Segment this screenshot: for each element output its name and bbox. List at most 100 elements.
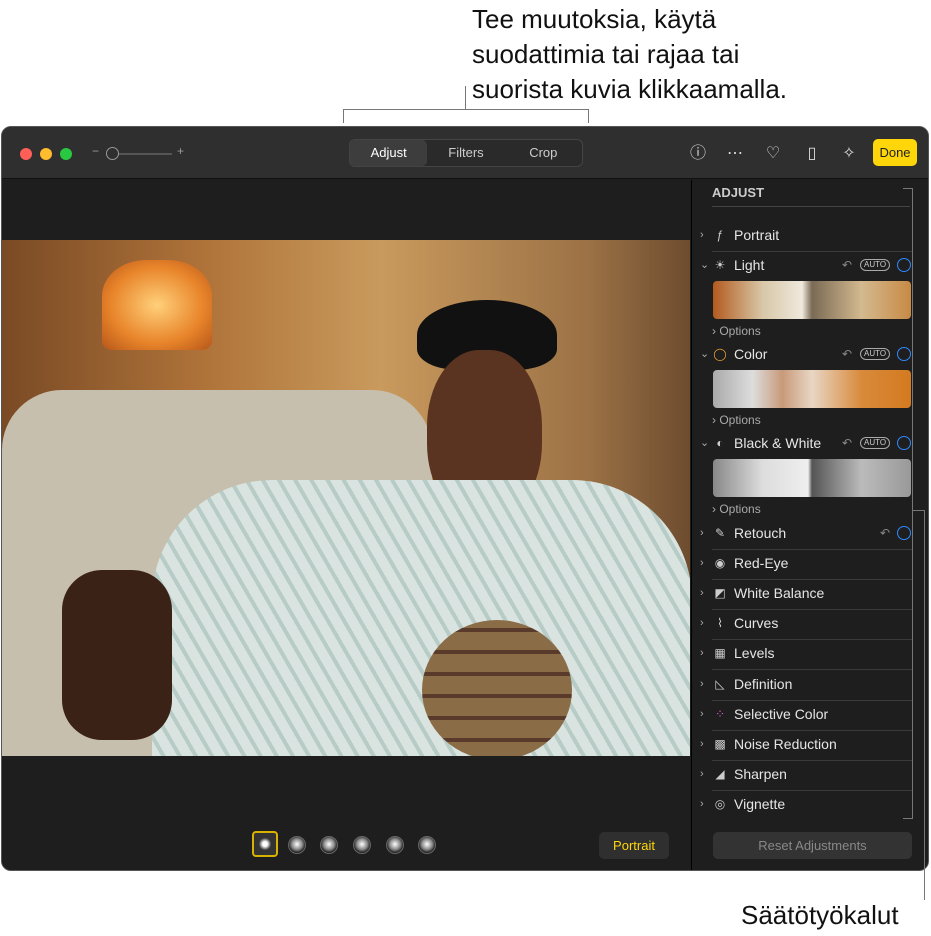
bandage-icon: ✎	[714, 526, 726, 540]
zoom-plus: +	[177, 144, 185, 158]
vignette-icon: ◎	[714, 797, 726, 811]
callout-bracket	[588, 109, 589, 123]
chevron-right-icon: ›	[700, 617, 704, 629]
divider	[712, 206, 910, 207]
item-label: Curves	[734, 615, 779, 631]
chevron-right-icon: ›	[700, 229, 704, 241]
adjust-item-sharpen[interactable]: › ◢ Sharpen	[692, 763, 912, 791]
toggle-circle[interactable]	[897, 258, 911, 272]
minimize-button[interactable]	[40, 148, 52, 160]
adjust-item-vignette[interactable]: › ◎ Vignette	[692, 793, 912, 815]
bw-slider-filmstrip[interactable]	[713, 459, 911, 497]
light-slider-filmstrip[interactable]	[713, 281, 911, 319]
chevron-right-icon: ›	[700, 798, 704, 810]
adjust-item-selective-color[interactable]: › ⁘ Selective Color	[692, 703, 912, 731]
shirt	[152, 480, 690, 756]
hand	[62, 570, 172, 740]
chevron-right-icon: ›	[700, 708, 704, 720]
zoom-slider[interactable]	[112, 153, 172, 155]
adjust-item-portrait[interactable]: › ƒ Portrait	[692, 224, 912, 252]
more-icon[interactable]: ⋯	[725, 144, 745, 164]
noise-icon: ▩	[714, 737, 726, 751]
lighting-high-key-icon[interactable]	[418, 836, 436, 854]
photo[interactable]	[2, 240, 690, 756]
item-label: Vignette	[734, 796, 786, 812]
rotate-icon[interactable]: ▯	[802, 144, 822, 164]
adjust-item-definition[interactable]: › ◺ Definition	[692, 673, 912, 701]
zoom-minus: −	[92, 144, 100, 158]
callout-line	[924, 510, 925, 900]
auto-button[interactable]: AUTO	[860, 259, 891, 271]
toolbar: − + Adjust Filters Crop ⓘ ⋯ ♡ ▯ ✧ Done	[2, 127, 928, 179]
portrait-button[interactable]: Portrait	[599, 832, 669, 859]
item-label: Portrait	[734, 227, 780, 243]
portrait-lighting-natural-icon[interactable]	[252, 831, 278, 857]
lamp	[102, 260, 212, 350]
chevron-down-icon: ⌄	[700, 259, 710, 271]
half-circle-icon: ◐	[716, 436, 724, 450]
sharpen-icon: ◢	[715, 767, 725, 781]
adjust-item-noise-reduction[interactable]: › ▩ Noise Reduction	[692, 733, 912, 761]
callout-bracket	[912, 188, 913, 819]
chevron-right-icon: ›	[700, 678, 704, 690]
photos-window: − + Adjust Filters Crop ⓘ ⋯ ♡ ▯ ✧ Done P…	[1, 126, 929, 871]
item-label: Color	[734, 346, 768, 362]
undo-icon[interactable]: ↶	[842, 343, 852, 365]
magic-wand-icon[interactable]: ✧	[839, 144, 859, 164]
close-button[interactable]	[20, 148, 32, 160]
eye-icon: ◉	[714, 556, 726, 570]
callout-bracket	[343, 109, 589, 110]
light-options[interactable]: › Options	[712, 324, 761, 338]
undo-icon[interactable]: ↶	[880, 522, 890, 544]
toggle-circle[interactable]	[897, 347, 911, 361]
adjust-item-levels[interactable]: › ▦ Levels	[692, 642, 912, 670]
item-label: Red-Eye	[734, 555, 789, 571]
undo-icon[interactable]: ↶	[842, 254, 852, 276]
chevron-down-icon: ⌄	[700, 437, 710, 449]
adjust-title: ADJUST	[712, 185, 765, 200]
adjust-item-red-eye[interactable]: › ◉ Red-Eye	[692, 552, 912, 580]
color-slider-filmstrip[interactable]	[713, 370, 911, 408]
item-label: White Balance	[734, 585, 825, 601]
done-button[interactable]: Done	[873, 139, 917, 166]
chevron-right-icon: ›	[700, 647, 704, 659]
auto-button[interactable]: AUTO	[860, 437, 891, 449]
chevron-right-icon: ›	[700, 557, 704, 569]
lighting-contour-icon[interactable]	[320, 836, 338, 854]
lighting-stage-mono-icon[interactable]	[386, 836, 404, 854]
item-label: Levels	[734, 645, 775, 661]
adjust-item-color[interactable]: ⌄ ◯ Color ↶ AUTO	[692, 343, 912, 365]
definition-icon: ◺	[715, 677, 725, 691]
item-label: Definition	[734, 676, 793, 692]
curves-icon: ⌇	[717, 616, 723, 630]
item-label: Noise Reduction	[734, 736, 837, 752]
adjust-item-white-balance[interactable]: › ◩ White Balance	[692, 582, 912, 610]
adjust-item-black-white[interactable]: ⌄ ◐ Black & White ↶ AUTO	[692, 432, 912, 454]
adjust-sidebar: ADJUST › ƒ Portrait ⌄ ☀ Light ↶ AUTO › Options…	[691, 180, 928, 870]
lighting-stage-icon[interactable]	[353, 836, 371, 854]
tab-filters[interactable]: Filters	[427, 140, 504, 166]
tab-crop[interactable]: Crop	[505, 140, 582, 166]
sun-icon: ☀	[714, 258, 726, 272]
bw-options[interactable]: › Options	[712, 502, 761, 516]
adjust-item-curves[interactable]: › ⌇ Curves	[692, 612, 912, 640]
tab-adjust[interactable]: Adjust	[350, 140, 428, 166]
reset-adjustments-button[interactable]: Reset Adjustments	[713, 832, 912, 859]
info-icon[interactable]: ⓘ	[688, 144, 708, 164]
undo-icon[interactable]: ↶	[842, 432, 852, 454]
adjust-item-retouch[interactable]: › ✎ Retouch ↶	[692, 522, 912, 550]
pillow	[422, 620, 572, 756]
color-options[interactable]: › Options	[712, 413, 761, 427]
heart-icon[interactable]: ♡	[763, 144, 783, 164]
auto-button[interactable]: AUTO	[860, 348, 891, 360]
toggle-circle[interactable]	[897, 526, 911, 540]
chevron-right-icon: ›	[700, 527, 704, 539]
zoom-slider-knob[interactable]	[106, 147, 119, 160]
lighting-studio-icon[interactable]	[288, 836, 306, 854]
image-canvas: Portrait	[2, 180, 690, 870]
maximize-button[interactable]	[60, 148, 72, 160]
toggle-circle[interactable]	[897, 436, 911, 450]
color-dots-icon: ⁘	[714, 707, 726, 721]
adjust-item-light[interactable]: ⌄ ☀ Light ↶ AUTO	[692, 254, 912, 276]
item-label: Black & White	[734, 435, 822, 451]
